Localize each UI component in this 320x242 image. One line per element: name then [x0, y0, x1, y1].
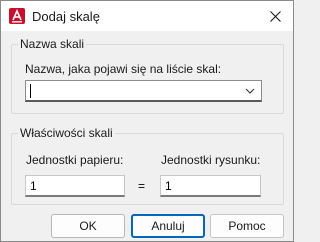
- scale-properties-group-title: Właściwości skali: [18, 126, 115, 140]
- drawing-units-input[interactable]: 1: [160, 175, 261, 197]
- autocad-a-icon: [9, 8, 25, 24]
- scale-name-group-title: Nazwa skali: [18, 37, 87, 51]
- add-scale-dialog: Dodaj skalę Nazwa skali Nazwa, jaka poja…: [0, 0, 294, 242]
- ok-button[interactable]: OK: [51, 214, 125, 238]
- close-button[interactable]: [263, 5, 287, 27]
- paper-units-label: Jednostki papieru:: [26, 153, 124, 167]
- scale-name-combobox[interactable]: [25, 80, 262, 102]
- text-caret: [30, 84, 31, 98]
- paper-units-input[interactable]: 1: [25, 175, 125, 197]
- chevron-down-icon[interactable]: [245, 87, 255, 95]
- drawing-units-label: Jednostki rysunku:: [161, 153, 261, 167]
- equals-sign: =: [138, 179, 146, 193]
- scale-name-field-label: Nazwa, jaka pojawi się na liście skal:: [25, 62, 222, 76]
- help-button[interactable]: Pomoc: [210, 214, 284, 238]
- cancel-button[interactable]: Anuluj: [131, 214, 205, 238]
- close-icon: [269, 10, 281, 22]
- dialog-title: Dodaj skalę: [32, 9, 100, 24]
- title-bar[interactable]: Dodaj skalę: [1, 1, 293, 31]
- scale-name-group: [11, 44, 284, 114]
